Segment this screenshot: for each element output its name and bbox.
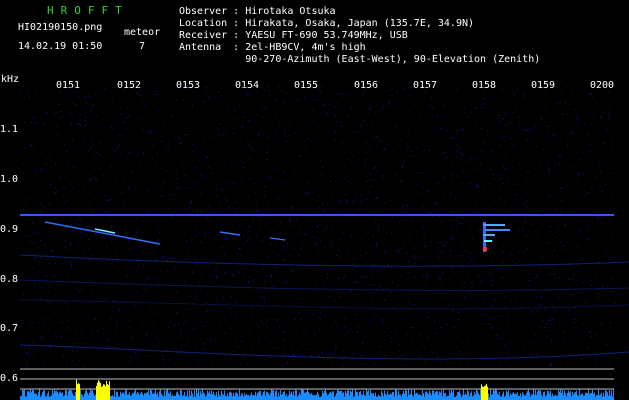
noise-field	[20, 86, 615, 367]
drift-line	[19, 299, 629, 310]
meteor-trail	[219, 231, 241, 236]
spectrum-strip	[20, 379, 614, 400]
drift-line	[19, 279, 629, 291]
meteor-trail	[44, 221, 161, 245]
meteor-trail	[269, 237, 286, 241]
meteor-echo	[483, 222, 510, 252]
drift-line	[19, 344, 629, 360]
spectrogram	[19, 86, 629, 400]
drift-line	[19, 254, 629, 267]
